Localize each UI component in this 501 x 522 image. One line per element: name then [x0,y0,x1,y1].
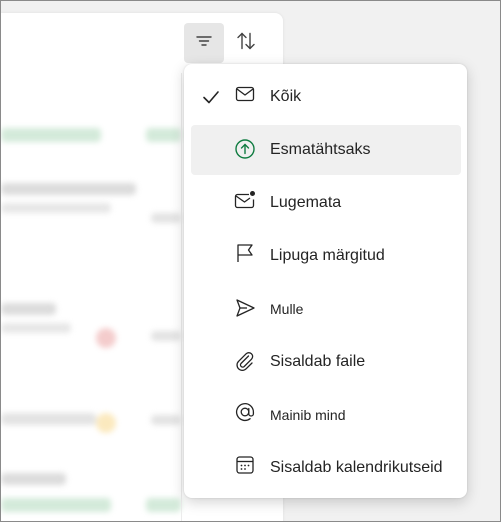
attach-icon [233,349,257,373]
calendar-icon [233,453,257,477]
arrow-up-circle-icon [233,137,257,161]
sort-button[interactable] [226,23,266,63]
filter-option-unread[interactable]: Lugemata [191,178,461,228]
list-column-divider [181,73,182,521]
menu-item-label: Mainib mind [270,407,346,423]
menu-item-label: Lipuga märgitud [270,247,385,264]
filter-option-to-me[interactable]: Mulle [191,284,461,334]
app-window: Kõik Esmatähtsaks Lugemata Lipuga märgit… [0,0,501,522]
filter-menu: Kõik Esmatähtsaks Lugemata Lipuga märgit… [184,64,467,498]
filter-option-flagged[interactable]: Lipuga märgitud [191,231,461,281]
mention-icon [233,400,257,424]
filter-option-has-files[interactable]: Sisaldab faile [191,337,461,387]
filter-icon [194,31,214,56]
mail-unread-icon [233,188,257,212]
menu-item-label: Sisaldab faile [270,353,366,370]
menu-item-label: Mulle [270,301,304,317]
menu-item-label: Sisaldab kalendrikutseid [270,459,443,476]
filter-button[interactable] [184,23,224,63]
menu-item-label: Kõik [270,88,302,105]
mail-icon [233,82,257,106]
filter-option-mentions-me[interactable]: Mainib mind [191,390,461,440]
menu-item-label: Esmatähtsaks [270,141,371,158]
send-icon [233,296,257,320]
filter-option-priority[interactable]: Esmatähtsaks [191,125,461,175]
filter-option-all[interactable]: Kõik [191,72,461,122]
checkmark-icon [201,87,221,107]
flag-icon [233,241,257,265]
filter-option-calendar-invites[interactable]: Sisaldab kalendrikutseid [191,443,461,493]
menu-item-label: Lugemata [270,194,342,211]
sort-icon [235,30,257,57]
